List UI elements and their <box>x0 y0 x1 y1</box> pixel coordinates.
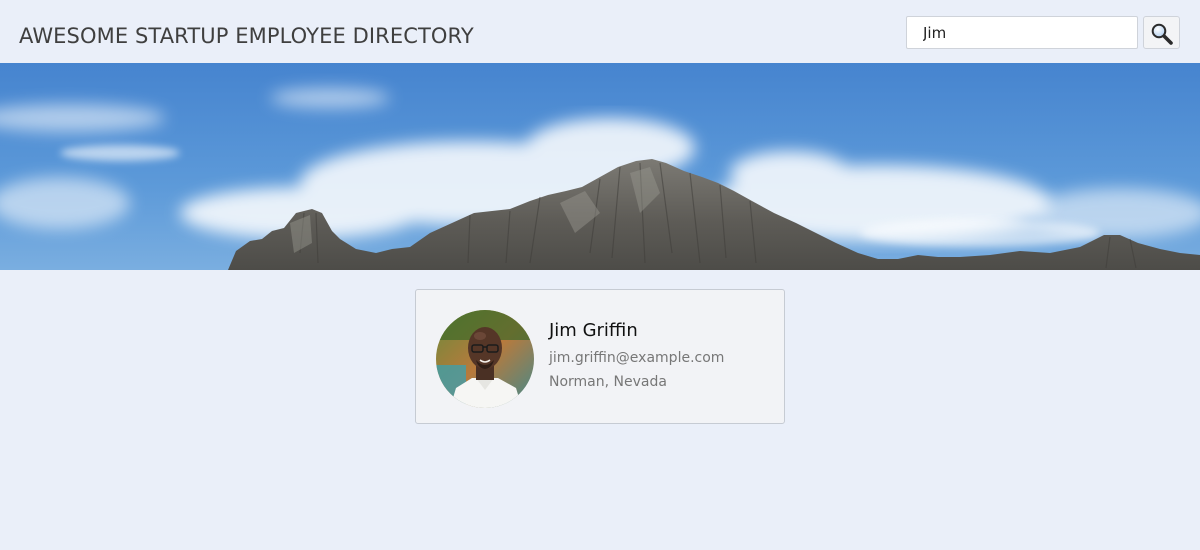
magnifier-icon <box>1144 22 1179 46</box>
avatar <box>436 310 534 408</box>
search-button[interactable] <box>1143 16 1180 49</box>
employee-email: jim.griffin@example.com <box>549 350 725 366</box>
employee-location: Norman, Nevada <box>549 374 667 390</box>
hero-banner-image <box>0 63 1200 270</box>
search-input[interactable] <box>906 16 1138 49</box>
employee-card[interactable]: Jim Griffin jim.griffin@example.com Norm… <box>415 289 785 424</box>
employee-name: Jim Griffin <box>549 320 638 341</box>
page-header: AWESOME STARTUP EMPLOYEE DIRECTORY <box>0 0 1200 63</box>
page-title: AWESOME STARTUP EMPLOYEE DIRECTORY <box>19 24 474 48</box>
